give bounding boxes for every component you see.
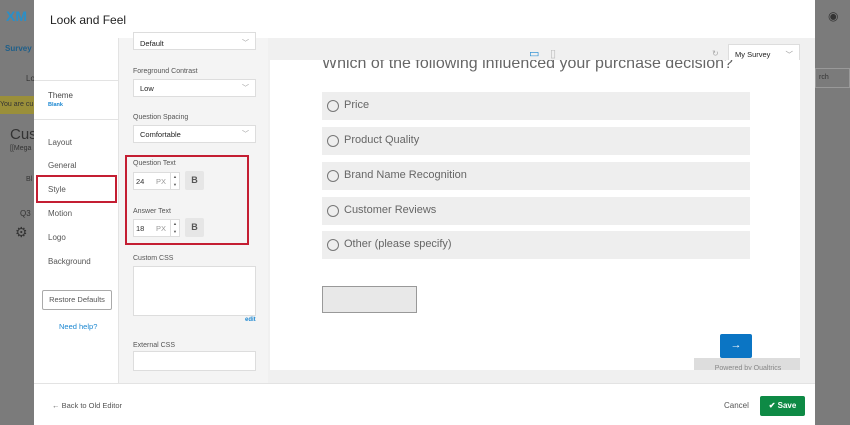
next-button[interactable]: → (720, 334, 752, 358)
option-label: Price (344, 99, 370, 111)
powered-by-badge: Powered by Qualtrics (694, 358, 800, 370)
edit-link[interactable]: edit (245, 317, 256, 323)
radio-icon (327, 170, 339, 182)
top-select-value: Default (140, 39, 164, 48)
external-css-input[interactable] (133, 351, 256, 371)
option-label: Other (please specify) (344, 238, 452, 250)
refresh-icon[interactable]: ↻ (712, 49, 719, 58)
chevron-down-icon: ﹀ (242, 85, 249, 92)
foreground-contrast-select[interactable]: Low ﹀ (133, 79, 256, 97)
save-button[interactable]: ✔ Save (760, 396, 805, 416)
option-label: Brand Name Recognition (344, 169, 467, 181)
option-label: Customer Reviews (344, 204, 437, 216)
survey-tab[interactable]: Survey (5, 44, 32, 53)
custom-css-label: Custom CSS (133, 255, 174, 262)
question-text-label: Question Text (133, 160, 176, 167)
answer-text-size-value: 18 (136, 224, 145, 233)
survey-select-value: My Survey (735, 50, 771, 59)
question-spacing-value: Comfortable (140, 130, 181, 139)
external-css-label: External CSS (133, 342, 176, 349)
check-icon: ✔ (768, 401, 778, 410)
question-label: Q3 (20, 209, 31, 218)
answer-bold-button[interactable]: B (185, 218, 204, 237)
answer-option[interactable]: Price (322, 92, 750, 120)
mobile-icon[interactable]: ▯ (550, 47, 556, 60)
answer-option[interactable]: Customer Reviews (322, 197, 750, 225)
answer-option[interactable]: Other (please specify) (322, 231, 750, 259)
stepper-icon[interactable]: ▲ ▼ (170, 220, 179, 236)
notice-banner: You are cu (0, 96, 34, 114)
chevron-down-icon: ﹀ (785, 50, 794, 59)
back-to-old-editor-link[interactable]: ← Back to Old Editor (52, 401, 122, 410)
unit-label: PX (156, 224, 167, 233)
nav-item-background[interactable]: Background (48, 257, 91, 266)
settings-nav: Theme Blank Layout General Style Motion … (34, 38, 119, 383)
survey-preview: Which of the following influenced your p… (270, 60, 800, 370)
nav-item-general[interactable]: General (48, 161, 76, 170)
chevron-down-icon: ﹀ (242, 131, 249, 138)
question-text: Which of the following influenced your p… (322, 60, 733, 72)
save-label: Save (777, 401, 797, 410)
look-and-feel-modal: Look and Feel Theme Blank Layout General… (34, 0, 815, 425)
radio-icon (327, 239, 339, 251)
answer-option[interactable]: Product Quality (322, 127, 750, 155)
unit-label: PX (156, 177, 167, 186)
nav-item-motion[interactable]: Motion (48, 209, 72, 218)
question-bold-button[interactable]: B (185, 171, 204, 190)
top-select[interactable]: Default ﹀ (133, 32, 256, 50)
radio-icon (327, 135, 339, 147)
theme-value[interactable]: Blank (48, 102, 105, 108)
stepper-icon[interactable]: ▲ ▼ (170, 173, 179, 189)
foreground-contrast-value: Low (140, 84, 154, 93)
other-text-input[interactable] (322, 286, 417, 313)
gear-icon[interactable]: ⚙ (15, 224, 28, 241)
radio-icon (327, 205, 339, 217)
xm-logo: XM (6, 8, 27, 24)
theme-section[interactable]: Theme Blank (34, 80, 119, 120)
question-spacing-label: Question Spacing (133, 114, 189, 121)
block-label: Bl (26, 176, 33, 183)
preview-panel: ▭ ▯ ↻ My Survey ﹀ Which of the following … (268, 38, 815, 383)
settings-panel: Default ﹀ Foreground Contrast Low ﹀ Questi… (119, 32, 268, 383)
question-spacing-select[interactable]: Comfortable ﹀ (133, 125, 256, 143)
theme-label: Theme (48, 91, 73, 100)
question-text-size-value: 24 (136, 177, 145, 186)
need-help-link[interactable]: Need help? (59, 322, 97, 331)
radio-icon (327, 100, 339, 112)
user-icon[interactable]: ◉ (828, 9, 838, 23)
nav-item-logo[interactable]: Logo (48, 233, 66, 242)
nav-item-layout[interactable]: Layout (48, 138, 72, 147)
desktop-icon[interactable]: ▭ (529, 47, 539, 60)
restore-defaults-button[interactable]: Restore Defaults (42, 290, 112, 310)
search-input[interactable]: rch (815, 68, 850, 88)
answer-option[interactable]: Brand Name Recognition (322, 162, 750, 190)
foreground-contrast-label: Foreground Contrast (133, 68, 198, 75)
modal-footer: ← Back to Old Editor Cancel ✔ Save (34, 383, 815, 425)
option-label: Product Quality (344, 134, 420, 146)
style-highlight (36, 175, 117, 203)
custom-css-input[interactable] (133, 266, 256, 316)
answer-text-size-input[interactable]: 18 PX ▲ ▼ (133, 219, 180, 237)
cancel-button[interactable]: Cancel (724, 401, 749, 410)
survey-subtitle: [[Mega (10, 145, 32, 152)
answer-text-label: Answer Text (133, 208, 171, 215)
chevron-down-icon: ﹀ (242, 40, 249, 47)
question-text-size-input[interactable]: 24 PX ▲ ▼ (133, 172, 180, 190)
